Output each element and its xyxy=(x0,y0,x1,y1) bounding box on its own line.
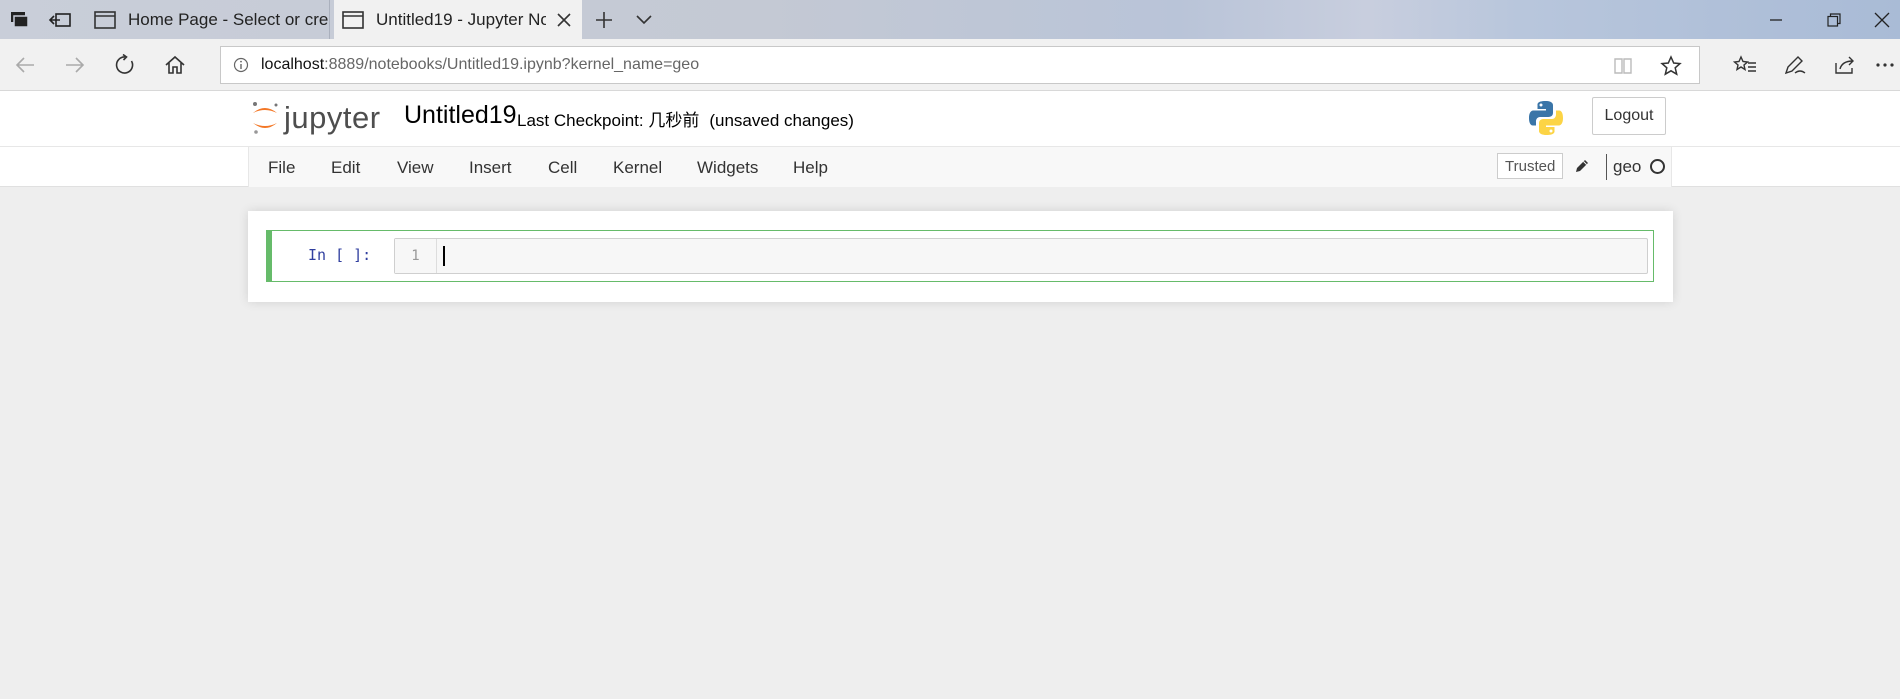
restore-icon[interactable] xyxy=(1806,0,1862,39)
cell-prompt: In [ ]: xyxy=(308,246,372,264)
kernel-divider xyxy=(1606,154,1607,180)
jupyter-logo[interactable]: jupyter xyxy=(250,97,381,139)
notebook-name[interactable]: Untitled19 xyxy=(404,101,517,130)
unsaved-changes: (unsaved changes) xyxy=(709,111,854,130)
tab-title: Home Page - Select or creat xyxy=(128,9,329,29)
menu-file[interactable]: File xyxy=(268,158,295,178)
favorites-list-icon[interactable] xyxy=(1720,39,1770,91)
notebook-container: In [ ]: 1 xyxy=(248,211,1673,302)
line-number: 1 xyxy=(395,239,437,273)
refresh-icon[interactable] xyxy=(100,39,150,91)
tab-home-page[interactable]: Home Page - Select or creat xyxy=(86,0,330,39)
new-tab-icon[interactable] xyxy=(586,0,622,39)
minimize-icon[interactable] xyxy=(1748,0,1804,39)
page-icon xyxy=(94,10,116,29)
trusted-indicator[interactable]: Trusted xyxy=(1497,153,1564,179)
kernel-idle-icon xyxy=(1650,159,1665,174)
jupyter-logo-icon xyxy=(253,102,278,134)
menubar: File Edit View Insert Cell Kernel Widget… xyxy=(248,147,1672,187)
reading-view-icon[interactable] xyxy=(1603,47,1643,85)
tabs-aside-icon[interactable] xyxy=(40,0,80,39)
close-window-icon[interactable] xyxy=(1864,0,1900,39)
chevron-down-icon[interactable] xyxy=(626,0,662,39)
menu-widgets[interactable]: Widgets xyxy=(697,158,758,178)
python-logo-icon xyxy=(1529,101,1563,135)
logout-button[interactable]: Logout xyxy=(1592,97,1666,135)
url-host: localhost xyxy=(261,56,325,73)
menu-edit[interactable]: Edit xyxy=(331,158,360,178)
info-icon[interactable] xyxy=(221,57,261,73)
tab-untitled19[interactable]: Untitled19 - Jupyter No xyxy=(334,0,582,39)
page-icon xyxy=(342,10,364,29)
menu-cell[interactable]: Cell xyxy=(548,158,577,178)
kernel-name[interactable]: geo xyxy=(1613,157,1641,177)
menu-insert[interactable]: Insert xyxy=(469,158,512,178)
code-editor[interactable]: 1 xyxy=(394,238,1648,274)
menu-kernel[interactable]: Kernel xyxy=(613,158,662,178)
browser-nav-bar: localhost:8889/notebooks/Untitled19.ipyn… xyxy=(0,39,1900,91)
close-tab-icon[interactable] xyxy=(546,0,582,39)
pen-notes-icon[interactable] xyxy=(1770,39,1820,91)
share-icon[interactable] xyxy=(1820,39,1870,91)
home-icon[interactable] xyxy=(150,39,200,91)
forward-arrow-icon[interactable] xyxy=(50,39,100,91)
set-aside-tabs-icon[interactable] xyxy=(0,0,40,39)
menu-view[interactable]: View xyxy=(397,158,434,178)
pencil-icon[interactable] xyxy=(1571,155,1593,177)
browser-tab-strip: Home Page - Select or creat Untitled19 -… xyxy=(0,0,1900,39)
more-icon[interactable] xyxy=(1870,39,1900,91)
back-arrow-icon[interactable] xyxy=(0,39,50,91)
menubar-container: File Edit View Insert Cell Kernel Widget… xyxy=(0,146,1900,187)
checkpoint-status: Last Checkpoint: 几秒前 (unsaved changes) xyxy=(517,106,854,131)
text-cursor xyxy=(443,246,445,266)
address-bar[interactable]: localhost:8889/notebooks/Untitled19.ipyn… xyxy=(220,46,1700,84)
favorite-star-icon[interactable] xyxy=(1651,47,1691,85)
jupyter-logo-text: jupyter xyxy=(284,100,381,135)
menu-help[interactable]: Help xyxy=(793,158,828,178)
last-checkpoint: Last Checkpoint: 几秒前 xyxy=(517,111,700,130)
jupyter-header: jupyter Untitled19 Last Checkpoint: 几秒前 (… xyxy=(0,91,1900,146)
url-path: :8889/notebooks/Untitled19.ipynb?kernel_… xyxy=(324,56,700,73)
code-cell[interactable]: In [ ]: 1 xyxy=(266,230,1654,282)
tab-title: Untitled19 - Jupyter No xyxy=(376,9,546,29)
